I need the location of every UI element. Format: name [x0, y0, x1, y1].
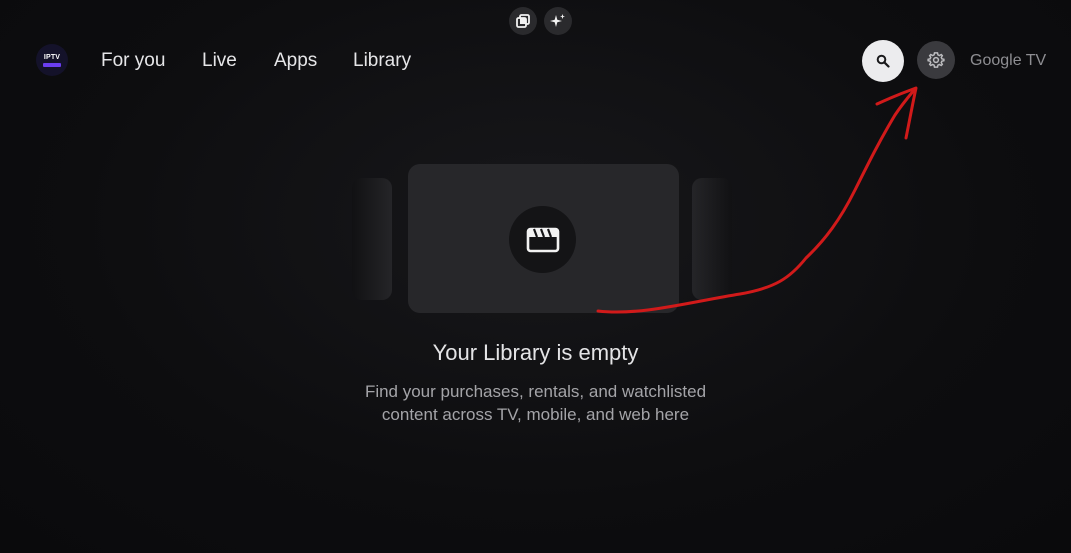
- placeholder-card-left: [352, 178, 392, 300]
- illustration-badge: [509, 206, 576, 273]
- gear-icon: [927, 52, 945, 68]
- placeholder-card-right: [692, 178, 732, 300]
- clapperboard-icon: [526, 227, 559, 252]
- profile-avatar[interactable]: IPTV: [36, 44, 68, 76]
- logo-bar: [43, 62, 61, 67]
- tab-live[interactable]: Live: [202, 50, 237, 72]
- tab-library[interactable]: Library: [353, 50, 411, 72]
- description-line-1: Find your purchases, rentals, and watchl…: [364, 382, 707, 401]
- description-line-2: content across TV, mobile, and web here: [381, 405, 690, 424]
- empty-library-title: Your Library is empty: [432, 340, 639, 365]
- search-icon: [876, 54, 890, 68]
- brand-label: Google TV: [970, 52, 1047, 69]
- empty-library-description: Find your purchases, rentals, and watchl…: [0, 380, 1071, 426]
- search-button[interactable]: [862, 40, 904, 82]
- tab-apps[interactable]: Apps: [274, 50, 317, 72]
- logo-text: IPTV: [43, 53, 61, 61]
- top-navigation: IPTV For you Live Apps Library Google TV: [0, 0, 1071, 120]
- tab-for-you[interactable]: For you: [101, 50, 165, 72]
- settings-button[interactable]: [917, 41, 955, 79]
